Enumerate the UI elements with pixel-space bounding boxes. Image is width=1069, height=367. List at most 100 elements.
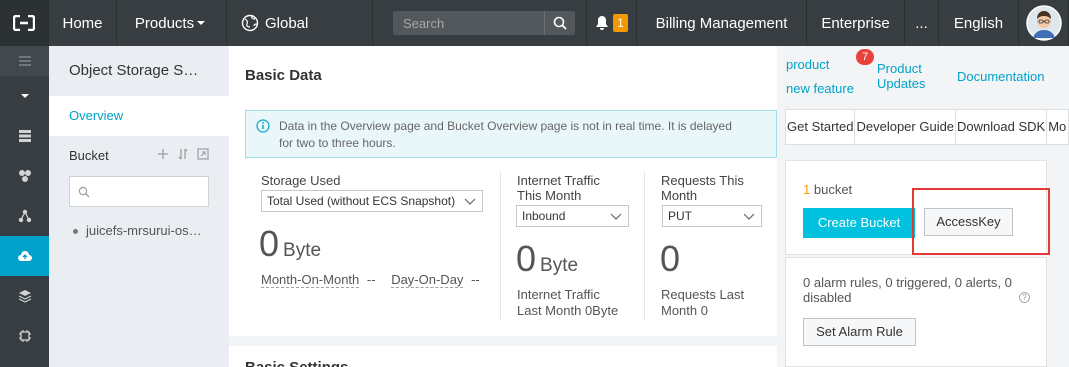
- tab-more[interactable]: Mo: [1047, 110, 1067, 144]
- requests-last-line2: Month: [661, 303, 698, 318]
- nav-products-menu[interactable]: Products: [117, 0, 227, 46]
- storage-comparison-row: Month-On-Month -- Day-On-Day --: [261, 272, 480, 288]
- sidebar-item-overview[interactable]: Overview: [49, 96, 229, 136]
- basic-data-card: Basic Data Data in the Overview page and…: [229, 46, 777, 336]
- cloud-upload-icon: [17, 251, 32, 261]
- globe-icon: [241, 14, 259, 32]
- set-alarm-rule-button[interactable]: Set Alarm Rule: [803, 318, 916, 346]
- bucket-search-input[interactable]: [69, 176, 209, 207]
- nav-home-label: Home: [62, 14, 103, 32]
- nodes-icon: [18, 209, 31, 223]
- rail-item-cluster[interactable]: [0, 196, 49, 236]
- traffic-value-wrap: 0 Byte: [516, 239, 578, 286]
- info-icon: [256, 119, 270, 133]
- help-icon[interactable]: ?: [1019, 292, 1030, 303]
- product-link-line2: new feature: [786, 81, 854, 96]
- storage-type-value: Total Used (without ECS Snapshot): [267, 194, 456, 208]
- bullet-icon: [73, 229, 78, 235]
- hexagons-icon: [18, 170, 31, 182]
- nav-language[interactable]: English: [939, 0, 1019, 46]
- caret-down-icon: [20, 94, 29, 98]
- sort-icon[interactable]: [177, 148, 189, 160]
- logo-icon: [13, 15, 35, 31]
- requests-last-value: 0: [700, 303, 708, 318]
- notice-line2: for two to three hours.: [279, 136, 396, 150]
- plus-icon[interactable]: [157, 148, 169, 160]
- bell-icon: [596, 16, 609, 30]
- top-navigation-bar: Home Products Global 1 Billing Managemen…: [0, 0, 1069, 46]
- storage-used-value: 0: [259, 223, 280, 264]
- rail-item-servers[interactable]: [0, 116, 49, 156]
- basic-data-title: Basic Data: [245, 67, 322, 84]
- dod-label: Day-On-Day: [391, 272, 464, 288]
- rail-item-network[interactable]: [0, 156, 49, 196]
- traffic-last-line1: Internet Traffic: [517, 287, 600, 302]
- request-type-value: PUT: [668, 209, 692, 223]
- highlight-box: [912, 188, 1050, 255]
- nav-region-global[interactable]: Global: [227, 0, 373, 46]
- mom-value: --: [366, 272, 376, 287]
- rail-collapse[interactable]: [0, 76, 49, 116]
- requests-last-month: Requests Last Month 0: [661, 287, 744, 319]
- layers-icon: [18, 290, 31, 303]
- documentation-link[interactable]: Documentation: [957, 69, 1044, 84]
- updates-count-badge: 7: [856, 49, 874, 65]
- nav-home[interactable]: Home: [49, 0, 117, 46]
- traffic-direction-select[interactable]: Inbound: [516, 205, 629, 227]
- traffic-unit: Byte: [540, 255, 579, 276]
- expand-icon[interactable]: [197, 148, 209, 160]
- rail-menu-toggle[interactable]: [0, 46, 49, 76]
- chevron-down-icon: [743, 213, 755, 220]
- traffic-last-value: 0Byte: [584, 303, 619, 318]
- storage-used-unit: Byte: [283, 240, 322, 261]
- request-type-select[interactable]: PUT: [662, 205, 762, 227]
- product-link-line1: product: [786, 57, 830, 72]
- nav-language-label: English: [953, 14, 1004, 32]
- rail-item-chip[interactable]: [0, 316, 49, 356]
- bucket-name: juicefs-mrsurui-os…: [86, 223, 202, 238]
- search-icon: [553, 16, 567, 30]
- tab-download-sdk[interactable]: Download SDK: [956, 110, 1048, 144]
- nav-enterprise-label: Enterprise: [821, 14, 890, 32]
- product-new-feature-link[interactable]: product new feature: [786, 57, 854, 96]
- dod-value: --: [471, 272, 480, 287]
- help-tabs: Get Started Developer Guide Download SDK…: [785, 109, 1069, 145]
- global-search: [373, 0, 587, 46]
- nav-billing-management[interactable]: Billing Management: [637, 0, 807, 46]
- nav-enterprise[interactable]: Enterprise: [807, 0, 905, 46]
- updates-link-line1: Product: [877, 61, 922, 76]
- traffic-value: 0: [516, 238, 537, 279]
- notification-count-badge: 1: [613, 14, 628, 32]
- requests-value: 0: [660, 238, 681, 279]
- storage-used-value-wrap: 0 Byte: [259, 224, 321, 271]
- bucket-list-item[interactable]: juicefs-mrsurui-os…: [73, 223, 202, 238]
- rail-item-layers[interactable]: [0, 276, 49, 316]
- create-bucket-button[interactable]: Create Bucket: [803, 208, 915, 238]
- requests-label-line2: Month: [661, 188, 698, 203]
- search-icon: [78, 186, 90, 197]
- server-icon: [18, 130, 31, 142]
- divider: [500, 172, 501, 320]
- bucket-count: 1 bucket: [803, 182, 852, 197]
- bucket-tools: [157, 148, 209, 160]
- traffic-last-line2: Last Month: [517, 303, 582, 318]
- search-input[interactable]: [393, 11, 545, 35]
- tab-get-started[interactable]: Get Started: [786, 110, 856, 144]
- divider: [644, 172, 645, 320]
- product-icon-rail: [0, 46, 49, 367]
- oss-sidebar: Object Storage S… Overview Bucket juicef…: [49, 46, 229, 367]
- product-updates-link[interactable]: Product Updates: [877, 61, 925, 91]
- basic-settings-card: Basic Settings: [229, 346, 777, 367]
- nav-more[interactable]: ...: [905, 0, 939, 46]
- storage-type-select[interactable]: Total Used (without ECS Snapshot): [261, 190, 483, 212]
- notifications-button[interactable]: 1: [587, 0, 637, 46]
- rail-item-object-storage[interactable]: [0, 236, 49, 276]
- sidebar-bucket-heading: Bucket: [69, 148, 109, 163]
- tab-developer-guide[interactable]: Developer Guide: [855, 110, 957, 144]
- console-logo[interactable]: [0, 0, 49, 46]
- bucket-count-label: bucket: [813, 182, 853, 197]
- user-avatar[interactable]: [1019, 0, 1069, 46]
- storage-used-label: Storage Used: [261, 173, 341, 188]
- sidebar-title: Object Storage S…: [69, 62, 199, 79]
- search-button[interactable]: [545, 11, 575, 35]
